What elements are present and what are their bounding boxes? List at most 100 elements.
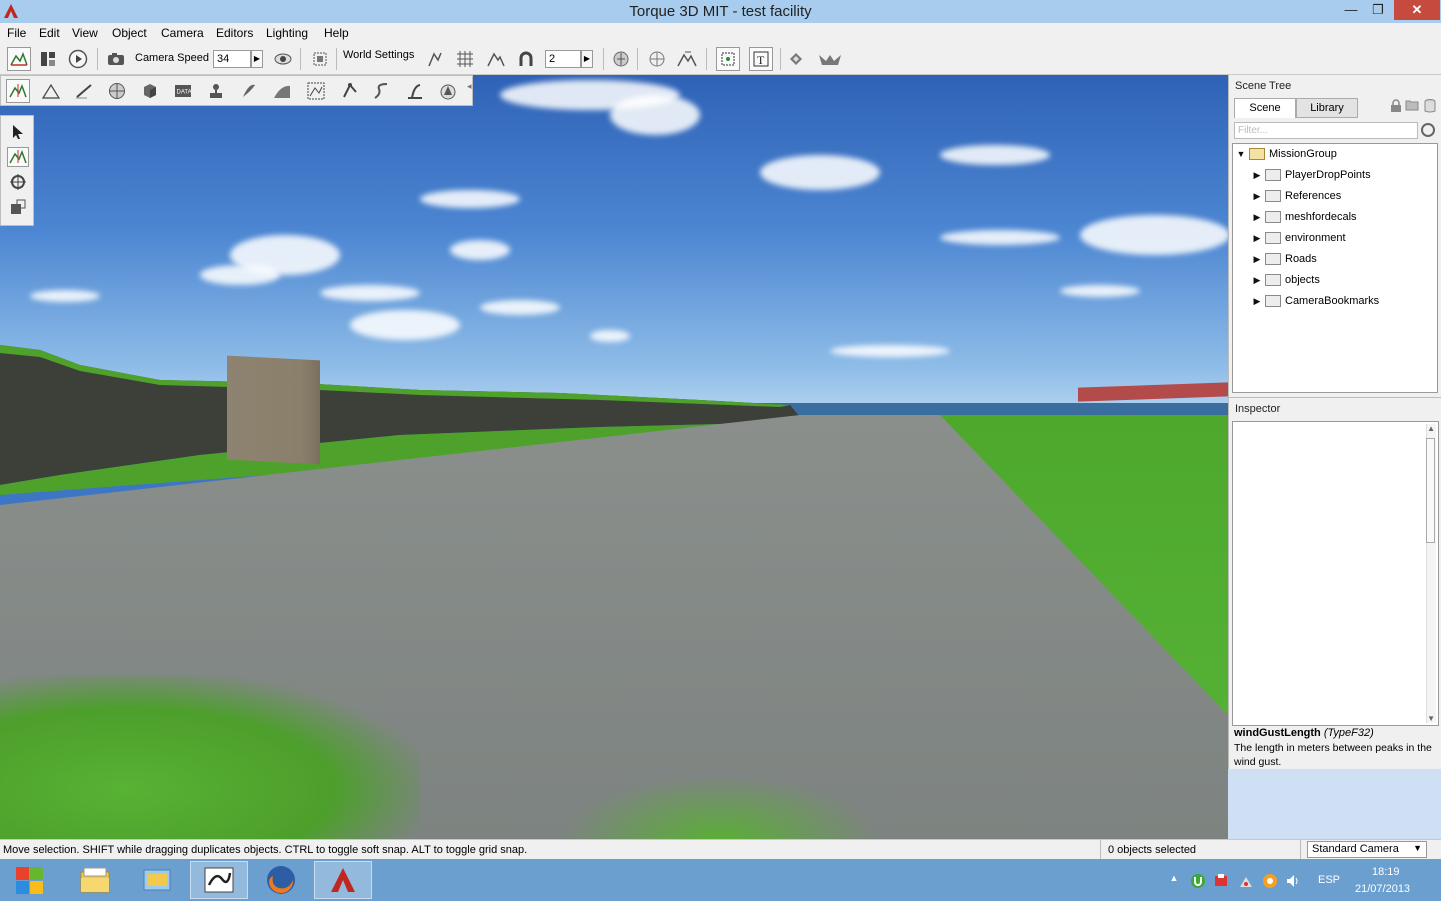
menu-camera[interactable]: Camera [161,26,204,40]
network-icon[interactable] [1238,873,1254,889]
sketch-tool-icon[interactable] [438,81,458,101]
move-tool-icon[interactable] [7,147,29,167]
visibility-eye-icon[interactable] [273,49,293,69]
object-center-icon[interactable] [611,49,631,69]
grid-snap-icon[interactable] [455,49,475,69]
inspector-fields[interactable]: ▲ ▼ [1232,421,1439,726]
firefox-icon[interactable] [252,861,310,899]
material-editor-icon[interactable] [107,81,127,101]
terrain-painter-icon[interactable] [74,81,94,101]
scroll-down-icon[interactable]: ▼ [1427,714,1435,723]
particle-editor-icon[interactable] [206,81,226,101]
selection-bounds-icon[interactable] [716,47,740,71]
terrain-snap-icon[interactable] [486,49,506,69]
shape-editor-icon[interactable] [140,81,160,101]
collapse-arrow-icon[interactable]: ▶ [1251,296,1263,307]
tab-scene[interactable]: Scene [1234,98,1296,118]
menu-view[interactable]: View [72,26,98,40]
torque-taskbar-icon[interactable] [314,861,372,899]
snap-value-arrow[interactable]: ▶ [581,50,593,68]
collapse-arrow-icon[interactable]: ▶ [1251,212,1263,223]
utorrent-icon[interactable] [1190,873,1206,889]
clock-date[interactable]: 21/07/2013 [1355,883,1410,895]
start-button[interactable] [0,861,58,899]
menu-edit[interactable]: Edit [39,26,60,40]
expand-arrow-icon[interactable]: ▼ [1235,149,1247,159]
decal-editor-icon[interactable] [239,81,259,101]
tree-item-meshfordecals[interactable]: ▶ meshfordecals [1251,207,1357,227]
menu-lighting[interactable]: Lighting [266,26,308,40]
scene-viewport[interactable] [0,75,1228,839]
lock-icon[interactable] [1389,99,1403,113]
world-transform-icon[interactable] [647,49,667,69]
tray-orange-icon[interactable] [1262,873,1278,889]
maximize-button[interactable]: ❐ [1364,0,1392,20]
tree-item-references[interactable]: ▶ References [1251,186,1341,206]
menu-object[interactable]: Object [112,26,147,40]
menu-file[interactable]: File [7,26,26,40]
river-editor-icon[interactable] [372,81,392,101]
delete-icon[interactable] [1423,99,1437,113]
menu-help[interactable]: Help [324,26,349,40]
new-folder-icon[interactable] [1405,99,1419,113]
tree-item-roads[interactable]: ▶ Roads [1251,249,1317,269]
tab-library[interactable]: Library [1296,98,1358,118]
object-text-icon[interactable]: T [749,47,773,71]
magnet-snap-icon[interactable] [516,49,536,69]
scene-filter-input[interactable]: Filter... [1234,122,1418,139]
play-game-icon[interactable] [67,48,89,70]
scale-tool-icon[interactable] [7,197,29,217]
snap-value-input[interactable]: 2 [545,50,581,68]
file-manager-icon[interactable] [128,861,186,899]
mesh-road-icon[interactable] [340,81,360,101]
camera-speed-input[interactable]: 34 [213,50,251,68]
select-arrow-icon[interactable] [7,122,29,142]
tray-app-icon[interactable] [1213,873,1229,889]
volume-icon[interactable] [1285,873,1301,889]
tree-item-objects[interactable]: ▶ objects [1251,270,1320,290]
tray-expand-icon[interactable]: ▲ [1166,873,1182,889]
gui-editor-icon[interactable] [38,49,58,69]
minimize-button[interactable]: — [1336,0,1366,20]
inspector-scroll-thumb[interactable] [1426,438,1435,543]
forest-editor-icon[interactable] [306,81,326,101]
navmesh-editor-icon[interactable] [405,81,425,101]
terrain-editor-icon[interactable] [41,81,61,101]
tree-item-environment[interactable]: ▶ environment [1251,228,1346,248]
scroll-up-icon[interactable]: ▲ [1427,424,1435,433]
close-button[interactable]: ✕ [1394,0,1440,20]
collapse-arrow-icon[interactable]: ▶ [1251,191,1263,202]
road-editor-icon[interactable] [272,81,292,101]
collapse-arrow-icon[interactable]: ▶ [1251,275,1263,286]
tree-item-missiongroup[interactable]: ▼ MissionGroup [1235,144,1337,164]
clock-time[interactable]: 18:19 [1372,866,1400,878]
snap-settings-icon[interactable] [425,49,445,69]
menu-editors[interactable]: Editors [216,26,253,40]
taskbar-app-editor-icon[interactable] [190,861,248,899]
tree-item-label: objects [1285,274,1320,286]
rotate-tool-icon[interactable] [7,172,29,192]
crate-object[interactable] [227,355,320,465]
tree-item-playerdroppoints[interactable]: ▶ PlayerDropPoints [1251,165,1371,185]
clear-filter-icon[interactable] [1421,123,1435,137]
visibility-layers-icon[interactable] [786,49,806,69]
collapse-arrow-icon[interactable]: ▶ [1251,254,1263,265]
fit-view-icon[interactable] [310,49,330,69]
tree-item-camerabookmarks[interactable]: ▶ CameraBookmarks [1251,291,1379,311]
collapse-arrow-icon[interactable]: ▶ [1251,170,1263,181]
debug-render-icon[interactable] [817,49,843,69]
collapse-arrow-icon[interactable]: ▶ [1251,233,1263,244]
camera-mode-dropdown[interactable]: Standard Camera ▼ [1307,841,1427,858]
camera-speed-arrow[interactable]: ▶ [251,50,263,68]
file-explorer-icon[interactable] [66,861,124,899]
cloud [830,345,950,357]
datablock-editor-icon[interactable]: DATA [173,81,193,101]
language-indicator[interactable]: ESP [1318,874,1340,886]
object-editor-icon[interactable] [6,79,30,103]
world-editor-icon[interactable] [7,47,31,71]
camera-icon[interactable] [106,49,126,69]
chevron-down-icon: ▼ [1413,843,1422,853]
world-settings-label[interactable]: World Settings [343,49,414,61]
palette-collapse-icon[interactable]: ◂ [467,81,472,92]
drop-at-camera-icon[interactable] [677,49,697,69]
